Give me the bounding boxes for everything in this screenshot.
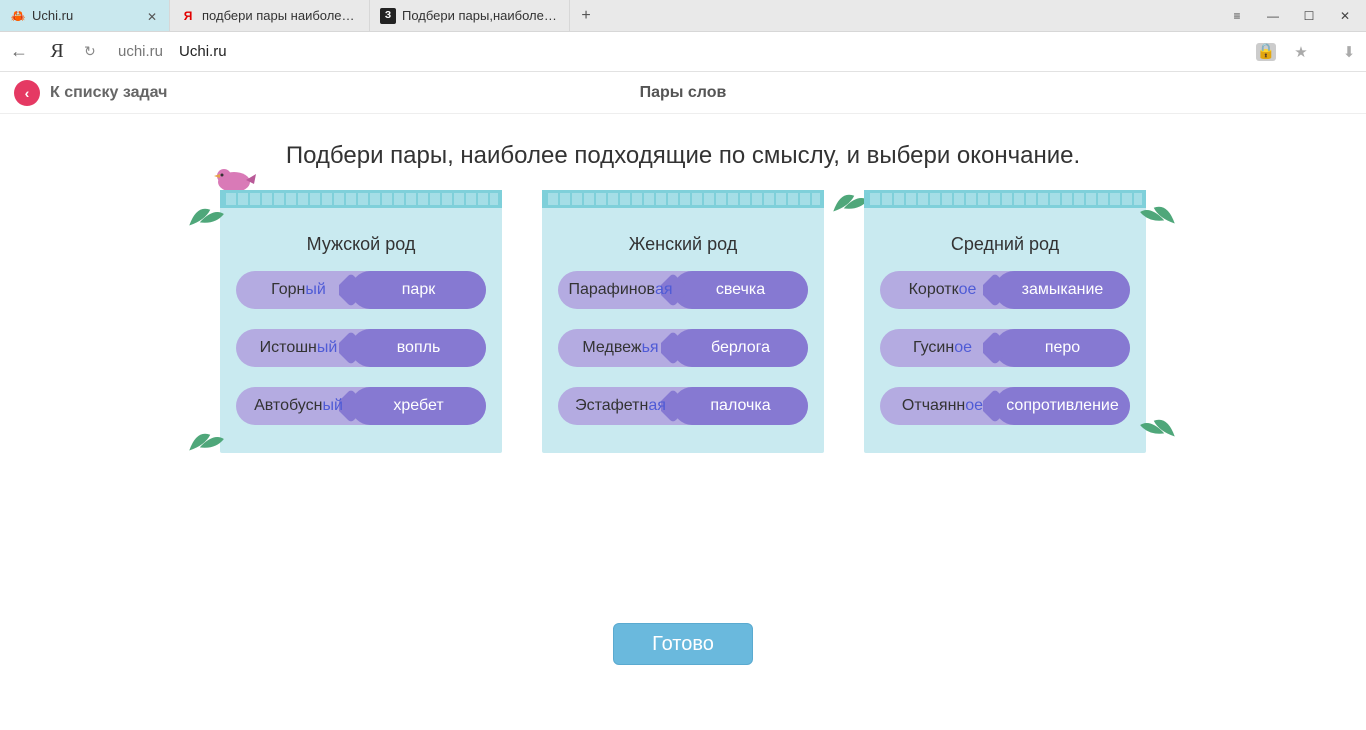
tab-title: Подбери пары,наиболее по	[402, 8, 559, 23]
adjective-chip[interactable]: Автобусный	[236, 387, 361, 425]
card-title: Женский род	[558, 234, 808, 255]
instruction-text: Подбери пары, наиболее подходящие по смы…	[0, 142, 1366, 170]
leaf-icon	[184, 423, 226, 457]
noun-chip[interactable]: вопль	[351, 329, 486, 367]
tab-title: подбери пары наиболее по	[202, 8, 359, 23]
noun-chip[interactable]: берлога	[673, 329, 808, 367]
cards-row: Мужской род Горный парк Истошный вопль А…	[0, 190, 1366, 453]
browser-tab-2[interactable]: З Подбери пары,наиболее по	[370, 0, 570, 31]
chevron-left-icon: ‹	[14, 80, 40, 106]
adjective-chip[interactable]: Медвежья	[558, 329, 683, 367]
browser-tabbar: 🦀 Uchi.ru ✕ Я подбери пары наиболее по З…	[0, 0, 1366, 32]
word-pair[interactable]: Эстафетная палочка	[558, 387, 808, 425]
noun-chip[interactable]: палочка	[673, 387, 808, 425]
word-pair[interactable]: Автобусный хребет	[236, 387, 486, 425]
done-button[interactable]: Готово	[613, 623, 753, 665]
download-icon[interactable]: ⬇	[1340, 43, 1358, 61]
reload-icon[interactable]: ↻	[84, 43, 102, 60]
noun-chip[interactable]: парк	[351, 271, 486, 309]
tab-title: Uchi.ru	[32, 8, 141, 23]
browser-tab-0[interactable]: 🦀 Uchi.ru ✕	[0, 0, 170, 31]
gender-card-neuter: Средний род Короткое замыкание Гусиное п…	[864, 190, 1146, 453]
new-tab-button[interactable]: +	[570, 0, 602, 31]
word-pair[interactable]: Отчаянное сопротивление	[880, 387, 1130, 425]
adjective-chip[interactable]: Парафиновая	[558, 271, 683, 309]
back-label: К списку задач	[50, 84, 167, 102]
close-window-icon[interactable]: ✕	[1338, 9, 1352, 23]
star-icon[interactable]: ★	[1292, 43, 1310, 61]
adjective-chip[interactable]: Гусиное	[880, 329, 1005, 367]
tab-favicon: Я	[180, 8, 196, 24]
word-pair[interactable]: Короткое замыкание	[880, 271, 1130, 309]
maximize-icon[interactable]: ☐	[1302, 9, 1316, 23]
word-pair[interactable]: Истошный вопль	[236, 329, 486, 367]
adjective-chip[interactable]: Короткое	[880, 271, 1005, 309]
gender-card-feminine: Женский род Парафиновая свечка Медвежья …	[542, 190, 824, 453]
gender-card-masculine: Мужской род Горный парк Истошный вопль А…	[220, 190, 502, 453]
noun-chip[interactable]: свечка	[673, 271, 808, 309]
noun-chip[interactable]: замыкание	[995, 271, 1130, 309]
noun-chip[interactable]: сопротивление	[995, 387, 1130, 425]
tab-favicon: 🦀	[10, 8, 26, 24]
menu-icon[interactable]: ≡	[1230, 9, 1244, 23]
lock-icon[interactable]: 🔒	[1256, 43, 1276, 61]
word-pair[interactable]: Медвежья берлога	[558, 329, 808, 367]
noun-chip[interactable]: хребет	[351, 387, 486, 425]
window-controls: ≡ — ☐ ✕	[1216, 0, 1366, 31]
browser-tab-1[interactable]: Я подбери пары наиболее по	[170, 0, 370, 31]
adjective-chip[interactable]: Истошный	[236, 329, 361, 367]
page-title: Пары слов	[640, 84, 727, 102]
close-icon[interactable]: ✕	[147, 10, 159, 22]
page-header: ‹ К списку задач Пары слов	[0, 72, 1366, 114]
minimize-icon[interactable]: —	[1266, 9, 1280, 23]
back-to-list-button[interactable]: ‹ К списку задач	[14, 80, 167, 106]
word-pair[interactable]: Горный парк	[236, 271, 486, 309]
card-title: Средний род	[880, 234, 1130, 255]
noun-chip[interactable]: перо	[995, 329, 1130, 367]
address-host[interactable]: uchi.ru	[118, 43, 163, 60]
adjective-chip[interactable]: Эстафетная	[558, 387, 683, 425]
address-display[interactable]: Uchi.ru	[179, 43, 227, 60]
card-title: Мужской род	[236, 234, 486, 255]
word-pair[interactable]: Парафиновая свечка	[558, 271, 808, 309]
adjective-chip[interactable]: Горный	[236, 271, 361, 309]
leaf-icon	[1138, 409, 1180, 443]
word-pair[interactable]: Гусиное перо	[880, 329, 1130, 367]
yandex-logo[interactable]: Я	[46, 40, 68, 63]
adjective-chip[interactable]: Отчаянное	[880, 387, 1005, 425]
tab-favicon: З	[380, 8, 396, 24]
address-bar: ← Я ↻ uchi.ru Uchi.ru 🔒 ★ ⬇	[0, 32, 1366, 72]
exercise-content: Подбери пары, наиболее подходящие по смы…	[0, 114, 1366, 665]
back-icon[interactable]: ←	[8, 41, 30, 62]
